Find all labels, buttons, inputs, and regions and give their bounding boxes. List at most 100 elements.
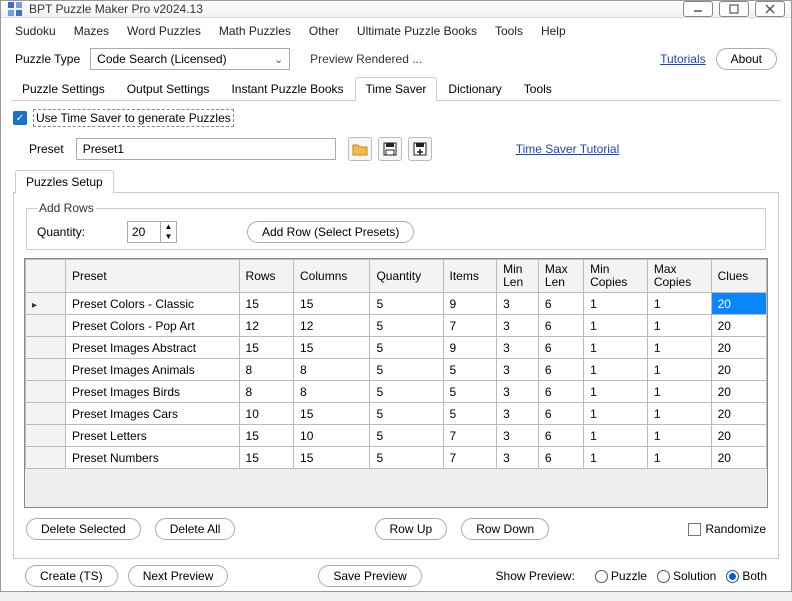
cell[interactable]: 8 (239, 381, 293, 403)
save-button[interactable] (378, 137, 402, 161)
cell[interactable]: 7 (443, 447, 497, 469)
menu-word-puzzles[interactable]: Word Puzzles (127, 24, 201, 38)
cell[interactable]: Preset Images Abstract (66, 337, 240, 359)
cell[interactable]: 1 (647, 381, 711, 403)
table-row[interactable]: Preset Images Abstract151559361120 (26, 337, 767, 359)
stepper-down-icon[interactable]: ▼ (161, 232, 176, 242)
show-solution-radio[interactable]: Solution (657, 569, 716, 583)
row-down-button[interactable]: Row Down (461, 518, 549, 540)
col-header[interactable]: Quantity (370, 260, 443, 293)
cell[interactable]: 1 (647, 359, 711, 381)
cell[interactable]: 1 (647, 403, 711, 425)
cell[interactable]: Preset Images Cars (66, 403, 240, 425)
menu-math-puzzles[interactable]: Math Puzzles (219, 24, 291, 38)
next-preview-button[interactable]: Next Preview (128, 565, 229, 587)
save-preview-button[interactable]: Save Preview (318, 565, 421, 587)
cell[interactable]: 5 (370, 425, 443, 447)
about-button[interactable]: About (716, 48, 777, 70)
col-header[interactable]: Clues (711, 260, 766, 293)
cell[interactable]: 5 (370, 337, 443, 359)
cell[interactable]: 8 (294, 381, 370, 403)
delete-selected-button[interactable]: Delete Selected (26, 518, 141, 540)
cell[interactable]: 1 (647, 293, 711, 315)
delete-all-button[interactable]: Delete All (155, 518, 236, 540)
cell[interactable]: 12 (239, 315, 293, 337)
cell[interactable]: Preset Images Birds (66, 381, 240, 403)
cell[interactable]: 5 (370, 315, 443, 337)
cell[interactable]: 1 (584, 293, 648, 315)
cell[interactable]: 7 (443, 315, 497, 337)
cell[interactable]: 20 (711, 447, 766, 469)
cell[interactable]: 1 (584, 359, 648, 381)
cell[interactable]: 6 (538, 359, 583, 381)
cell[interactable]: 6 (538, 381, 583, 403)
cell[interactable]: 6 (538, 293, 583, 315)
cell[interactable]: 5 (443, 403, 497, 425)
menu-mazes[interactable]: Mazes (74, 24, 109, 38)
cell[interactable]: 9 (443, 293, 497, 315)
cell[interactable]: 7 (443, 425, 497, 447)
cell[interactable]: 1 (647, 337, 711, 359)
cell[interactable]: 20 (711, 381, 766, 403)
cell[interactable]: Preset Numbers (66, 447, 240, 469)
cell[interactable]: 3 (497, 425, 539, 447)
table-row[interactable]: Preset Images Cars101555361120 (26, 403, 767, 425)
cell[interactable]: 15 (239, 337, 293, 359)
cell[interactable]: 15 (239, 447, 293, 469)
tab-instant-puzzle-books[interactable]: Instant Puzzle Books (220, 77, 354, 101)
cell[interactable]: Preset Colors - Classic (66, 293, 240, 315)
table-row[interactable]: Preset Images Animals8855361120 (26, 359, 767, 381)
menu-help[interactable]: Help (541, 24, 566, 38)
cell[interactable]: 3 (497, 337, 539, 359)
cell[interactable]: Preset Colors - Pop Art (66, 315, 240, 337)
cell[interactable]: 1 (647, 447, 711, 469)
row-up-button[interactable]: Row Up (375, 518, 448, 540)
cell[interactable]: 6 (538, 337, 583, 359)
cell[interactable]: 20 (711, 315, 766, 337)
cell[interactable]: 15 (294, 403, 370, 425)
menu-sudoku[interactable]: Sudoku (15, 24, 56, 38)
tab-dictionary[interactable]: Dictionary (437, 77, 512, 101)
show-both-radio[interactable]: Both (726, 569, 767, 583)
table-row[interactable]: Preset Images Birds8855361120 (26, 381, 767, 403)
menu-ultimate-puzzle-books[interactable]: Ultimate Puzzle Books (357, 24, 477, 38)
cell[interactable]: 3 (497, 293, 539, 315)
close-button[interactable] (755, 1, 785, 17)
cell[interactable]: Preset Images Animals (66, 359, 240, 381)
cell[interactable]: 5 (443, 381, 497, 403)
cell[interactable]: 3 (497, 381, 539, 403)
cell[interactable]: 1 (584, 337, 648, 359)
randomize-checkbox[interactable]: Randomize (688, 522, 766, 536)
col-header[interactable]: Columns (294, 260, 370, 293)
menu-tools[interactable]: Tools (495, 24, 523, 38)
cell[interactable]: 6 (538, 315, 583, 337)
cell[interactable]: 20 (711, 359, 766, 381)
cell[interactable]: 1 (584, 447, 648, 469)
cell[interactable]: 5 (370, 403, 443, 425)
menu-other[interactable]: Other (309, 24, 339, 38)
tab-tools[interactable]: Tools (513, 77, 563, 101)
cell[interactable]: 5 (370, 359, 443, 381)
col-header[interactable]: MaxLen (538, 260, 583, 293)
cell[interactable]: 1 (647, 425, 711, 447)
cell[interactable]: 10 (239, 403, 293, 425)
cell[interactable]: 15 (239, 293, 293, 315)
cell[interactable]: Preset Letters (66, 425, 240, 447)
cell[interactable]: 20 (711, 425, 766, 447)
puzzles-setup-tab[interactable]: Puzzles Setup (15, 170, 114, 194)
cell[interactable]: 6 (538, 447, 583, 469)
cell[interactable]: 12 (294, 315, 370, 337)
col-header[interactable]: MaxCopies (647, 260, 711, 293)
tutorials-link[interactable]: Tutorials (660, 52, 706, 66)
cell[interactable]: 6 (538, 425, 583, 447)
puzzle-type-select[interactable]: Code Search (Licensed) ⌄ (90, 48, 290, 70)
cell[interactable]: 5 (370, 293, 443, 315)
tab-output-settings[interactable]: Output Settings (116, 77, 221, 101)
cell[interactable]: 8 (239, 359, 293, 381)
cell[interactable]: 20 (711, 403, 766, 425)
table-row[interactable]: Preset Numbers151557361120 (26, 447, 767, 469)
maximize-button[interactable] (719, 1, 749, 17)
timesaver-tutorial-link[interactable]: Time Saver Tutorial (516, 142, 620, 156)
show-puzzle-radio[interactable]: Puzzle (595, 569, 647, 583)
cell[interactable]: 1 (584, 403, 648, 425)
